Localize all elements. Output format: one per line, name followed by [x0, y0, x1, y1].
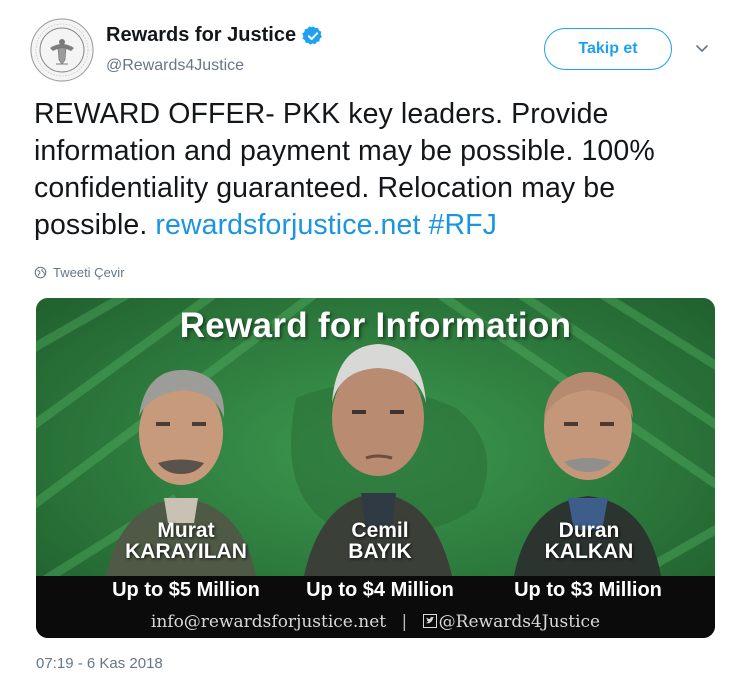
translate-label[interactable]: Tweeti Çevir — [53, 265, 125, 280]
contact-separator: | — [401, 612, 408, 632]
person-name-1: Murat KARAYILAN — [116, 520, 256, 562]
media-title: Reward for Information — [179, 306, 572, 345]
verified-badge-icon — [302, 25, 322, 45]
twitter-bird-icon — [422, 614, 437, 628]
tweet-media[interactable]: Reward for Information Murat KARAYILAN C… — [36, 298, 715, 638]
person-first-name: Murat — [157, 519, 215, 542]
person-last-name: KALKAN — [544, 540, 634, 563]
contact-email: info@rewardsforjustice.net — [150, 612, 387, 632]
contact-twitter-handle: @Rewards4Justice — [438, 612, 601, 632]
account-name[interactable]: Rewards for Justice — [106, 24, 296, 47]
media-contact-line: info@rewardsforjustice.net | @Rewards4Ju… — [36, 612, 715, 632]
reward-amount-3: Up to $3 Million — [514, 579, 662, 601]
globe-icon — [34, 266, 47, 279]
person-first-name: Cemil — [351, 519, 409, 542]
person-name-2: Cemil BAYIK — [310, 520, 450, 562]
avatar[interactable] — [30, 18, 94, 82]
chevron-down-icon[interactable] — [694, 40, 710, 56]
tweet-timestamp[interactable]: 07:19 - 6 Kas 2018 — [36, 655, 163, 672]
person-last-name: KARAYILAN — [125, 540, 247, 563]
person-last-name: BAYIK — [348, 540, 412, 563]
account-handle[interactable]: @Rewards4Justice — [106, 57, 244, 75]
tweet-hashtag[interactable]: #RFJ — [429, 209, 498, 241]
state-department-seal-icon — [30, 18, 94, 82]
reward-amount-2: Up to $4 Million — [306, 579, 454, 601]
tweet-text: REWARD OFFER- PKK key leaders. Provide i… — [34, 96, 724, 244]
translate-tweet[interactable]: Tweeti Çevir — [34, 265, 125, 280]
account-name-row[interactable]: Rewards for Justice — [106, 24, 324, 47]
person-first-name: Duran — [558, 519, 620, 542]
reward-amount-1: Up to $5 Million — [112, 579, 260, 601]
tweet-link[interactable]: rewardsforjustice.net — [155, 209, 420, 241]
person-name-3: Duran KALKAN — [519, 520, 659, 562]
follow-button[interactable]: Takip et — [544, 28, 672, 70]
